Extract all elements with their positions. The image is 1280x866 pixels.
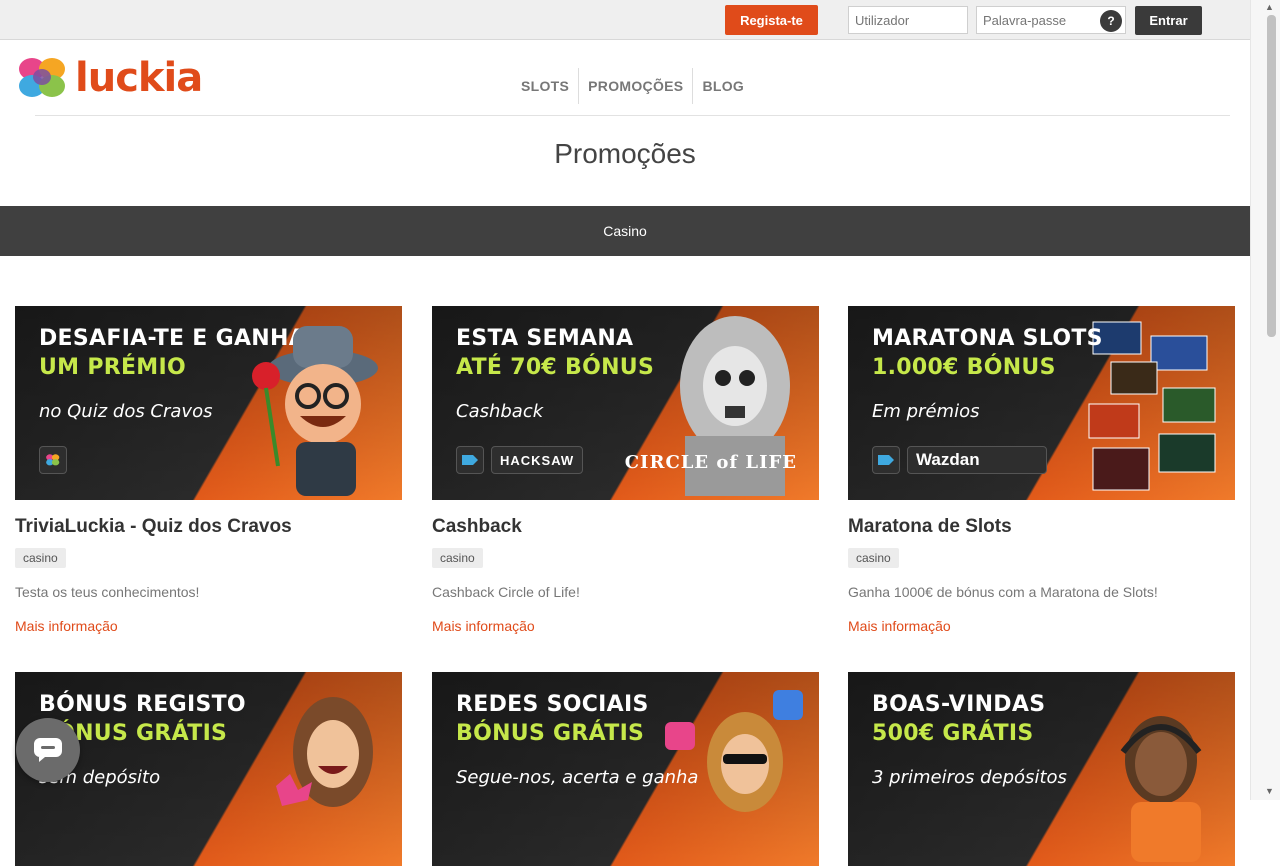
promo-banner[interactable]: ESTA SEMANA ATÉ 70€ BÓNUS Cashback HACKS… (432, 306, 819, 500)
banner-subtitle: Segue-nos, acerta e ganha (456, 767, 699, 788)
promo-card: MARATONA SLOTS 1.000€ BÓNUS Em prémios W… (848, 306, 1235, 634)
banner-subtitle: no Quiz dos Cravos (39, 401, 213, 422)
promo-card: REDES SOCIAIS BÓNUS GRÁTIS Segue-nos, ac… (432, 672, 819, 866)
banner-highlight: UM PRÉMIO (39, 355, 186, 380)
more-info-link[interactable]: Mais informação (15, 618, 402, 634)
banner-subtitle: Cashback (456, 401, 544, 422)
clover-logo-icon (19, 58, 65, 97)
promo-title[interactable]: TriviaLuckia - Quiz dos Cravos (15, 516, 402, 540)
chat-bubble-icon (34, 738, 62, 762)
banner-highlight: 500€ GRÁTIS (872, 721, 1034, 746)
more-info-link[interactable]: Mais informação (848, 618, 1235, 634)
promo-card: DESAFIA-TE E GANHA UM PRÉMIO no Quiz dos… (15, 306, 402, 634)
logo-text: luckia (75, 55, 203, 101)
promo-card: BOAS-VINDAS 500€ GRÁTIS 3 primeiros depó… (848, 672, 1235, 866)
banner-headline: REDES SOCIAIS (456, 692, 649, 717)
logo[interactable]: luckia (15, 55, 203, 101)
luckia-badge-icon (39, 446, 67, 474)
game-logo: CIRCLE of LIFE (624, 452, 797, 473)
promo-banner[interactable]: MARATONA SLOTS 1.000€ BÓNUS Em prémios W… (848, 306, 1235, 500)
banner-subtitle: Em prémios (872, 401, 980, 422)
username-input[interactable] (848, 6, 968, 34)
main-nav: SLOTS PROMOÇÕES BLOG (512, 68, 753, 104)
promo-description: Testa os teus conhecimentos! (15, 584, 200, 600)
promo-title[interactable]: Maratona de Slots (848, 516, 1235, 540)
login-button[interactable]: Entrar (1135, 6, 1202, 35)
scrollbar-thumb[interactable] (1267, 15, 1276, 337)
header-divider (35, 115, 1230, 116)
banner-subtitle: 3 primeiros depósitos (872, 767, 1067, 788)
promo-description: Cashback Circle of Life! (432, 584, 580, 600)
man-headphones-illustration-icon (1120, 716, 1202, 862)
promo-tag: casino (15, 548, 66, 568)
promo-card: ESTA SEMANA ATÉ 70€ BÓNUS Cashback HACKS… (432, 306, 819, 634)
chat-button[interactable] (16, 718, 80, 782)
banner-highlight: 1.000€ BÓNUS (872, 355, 1056, 380)
promo-tag: casino (432, 548, 483, 568)
help-icon[interactable]: ? (1100, 10, 1122, 32)
banner-headline: MARATONA SLOTS (872, 326, 1103, 351)
register-button[interactable]: Regista-te (725, 5, 818, 35)
new-badge-icon (456, 446, 484, 474)
scroll-up-icon[interactable]: ▲ (1265, 2, 1274, 12)
promo-description: Ganha 1000€ de bónus com a Maratona de S… (848, 584, 1158, 600)
top-bar: Regista-te ? Entrar (0, 0, 1250, 40)
banner-headline: BOAS-VINDAS (872, 692, 1046, 717)
woman-illustration-icon (276, 697, 373, 807)
promo-banner[interactable]: REDES SOCIAIS BÓNUS GRÁTIS Segue-nos, ac… (432, 672, 819, 866)
provider-logo: Wazdan (907, 446, 1047, 474)
promo-banner[interactable]: BOAS-VINDAS 500€ GRÁTIS 3 primeiros depó… (848, 672, 1235, 866)
banner-headline: BÓNUS REGISTO (39, 692, 246, 717)
site-header: luckia SLOTS PROMOÇÕES BLOG (0, 40, 1250, 116)
nav-promotions[interactable]: PROMOÇÕES (579, 68, 692, 104)
category-label: Casino (603, 223, 647, 239)
page-title: Promoções (554, 138, 696, 169)
nav-slots[interactable]: SLOTS (512, 68, 578, 104)
character-illustration-icon (252, 326, 378, 496)
banner-headline: ESTA SEMANA (456, 326, 634, 351)
promo-banner[interactable]: DESAFIA-TE E GANHA UM PRÉMIO no Quiz dos… (15, 306, 402, 500)
new-badge-icon (872, 446, 900, 474)
banner-highlight: BÓNUS GRÁTIS (456, 721, 645, 746)
scroll-down-icon[interactable]: ▼ (1265, 786, 1274, 796)
promo-tag: casino (848, 548, 899, 568)
banner-highlight: ATÉ 70€ BÓNUS (456, 355, 655, 380)
promo-title[interactable]: Cashback (432, 516, 819, 540)
category-tab-casino[interactable]: Casino (0, 206, 1250, 256)
provider-logo: HACKSAW (491, 446, 584, 474)
nav-blog[interactable]: BLOG (693, 68, 753, 104)
more-info-link[interactable]: Mais informação (432, 618, 819, 634)
